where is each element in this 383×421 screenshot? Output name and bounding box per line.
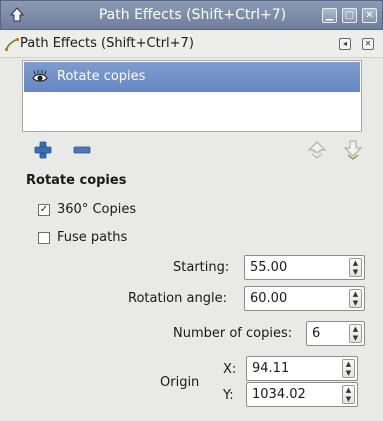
origin-y-stepper[interactable]: ▲ ▼: [342, 385, 355, 404]
close-icon: ✕: [364, 39, 372, 48]
list-item[interactable]: Rotate copies: [24, 62, 360, 92]
chevron-down-icon[interactable]: ▼: [351, 334, 360, 342]
move-down-button[interactable]: [343, 140, 363, 160]
chevron-up-icon[interactable]: ▲: [351, 325, 360, 333]
plus-icon: [34, 141, 52, 159]
effect-name: Rotate copies: [57, 69, 146, 84]
minimize-icon: ▁: [325, 10, 334, 21]
rotation-angle-stepper[interactable]: ▲ ▼: [349, 289, 362, 308]
chevron-down-icon[interactable]: ▼: [344, 369, 353, 377]
raise-icon: [307, 141, 327, 159]
window-titlebar[interactable]: Path Effects (Shift+Ctrl+7) ▁ ▢ ✕: [0, 0, 383, 30]
checkbox-box[interactable]: ✓: [38, 204, 50, 216]
origin-label: Origin: [160, 375, 200, 390]
number-of-copies-value[interactable]: 6: [312, 326, 320, 341]
chevron-up-icon[interactable]: ▲: [344, 386, 353, 394]
dock-title: Path Effects (Shift+Ctrl+7): [20, 36, 194, 51]
chevron-down-icon[interactable]: ▼: [351, 268, 360, 276]
starting-value[interactable]: 55.00: [250, 260, 287, 275]
dock-header: Path Effects (Shift+Ctrl+7) ◂ ✕: [0, 30, 383, 58]
number-of-copies-spinbox[interactable]: 6 ▲ ▼: [306, 321, 365, 346]
dock-iconify-button[interactable]: ◂: [339, 38, 351, 50]
chevron-down-icon[interactable]: ▼: [344, 395, 353, 403]
maximize-button[interactable]: ▢: [342, 8, 357, 23]
starting-stepper[interactable]: ▲ ▼: [349, 258, 362, 277]
origin-y-value[interactable]: 1034.02: [252, 387, 306, 402]
origin-y-spinbox[interactable]: 1034.02 ▲ ▼: [246, 382, 358, 407]
remove-effect-button[interactable]: [72, 140, 92, 160]
close-window-button[interactable]: ✕: [362, 8, 377, 23]
fuse-paths-label: Fuse paths: [57, 230, 128, 245]
dock-close-button[interactable]: ✕: [362, 38, 374, 50]
path-effects-icon: [4, 37, 20, 52]
close-icon: ✕: [365, 10, 374, 21]
origin-x-label: X:: [223, 362, 237, 377]
rotation-angle-value[interactable]: 60.00: [250, 291, 287, 306]
origin-x-spinbox[interactable]: 94.11 ▲ ▼: [246, 356, 358, 381]
eye-icon[interactable]: [32, 70, 48, 84]
number-of-copies-label: Number of copies:: [173, 326, 293, 341]
iconify-icon: ◂: [342, 39, 347, 48]
origin-y-label: Y:: [223, 388, 234, 403]
copies-360-label: 360° Copies: [57, 202, 137, 217]
minus-icon: [73, 146, 91, 154]
move-up-button[interactable]: [307, 140, 327, 160]
chevron-up-icon[interactable]: ▲: [351, 259, 360, 267]
origin-x-value[interactable]: 94.11: [252, 361, 289, 376]
chevron-down-icon[interactable]: ▼: [351, 299, 360, 307]
starting-label: Starting:: [173, 260, 230, 275]
maximize-icon: ▢: [344, 10, 355, 21]
checkbox-box[interactable]: [38, 232, 50, 244]
rotation-angle-label: Rotation angle:: [128, 291, 227, 306]
effect-heading: Rotate copies: [26, 173, 127, 188]
lower-icon: [343, 140, 363, 160]
minimize-button[interactable]: ▁: [322, 8, 337, 23]
chevron-up-icon[interactable]: ▲: [344, 360, 353, 368]
origin-x-stepper[interactable]: ▲ ▼: [342, 359, 355, 378]
number-of-copies-stepper[interactable]: ▲ ▼: [349, 324, 362, 343]
effects-list[interactable]: Rotate copies: [22, 60, 362, 132]
starting-spinbox[interactable]: 55.00 ▲ ▼: [244, 255, 365, 280]
add-effect-button[interactable]: [33, 140, 53, 160]
chevron-up-icon[interactable]: ▲: [351, 290, 360, 298]
rotation-angle-spinbox[interactable]: 60.00 ▲ ▼: [244, 286, 365, 311]
